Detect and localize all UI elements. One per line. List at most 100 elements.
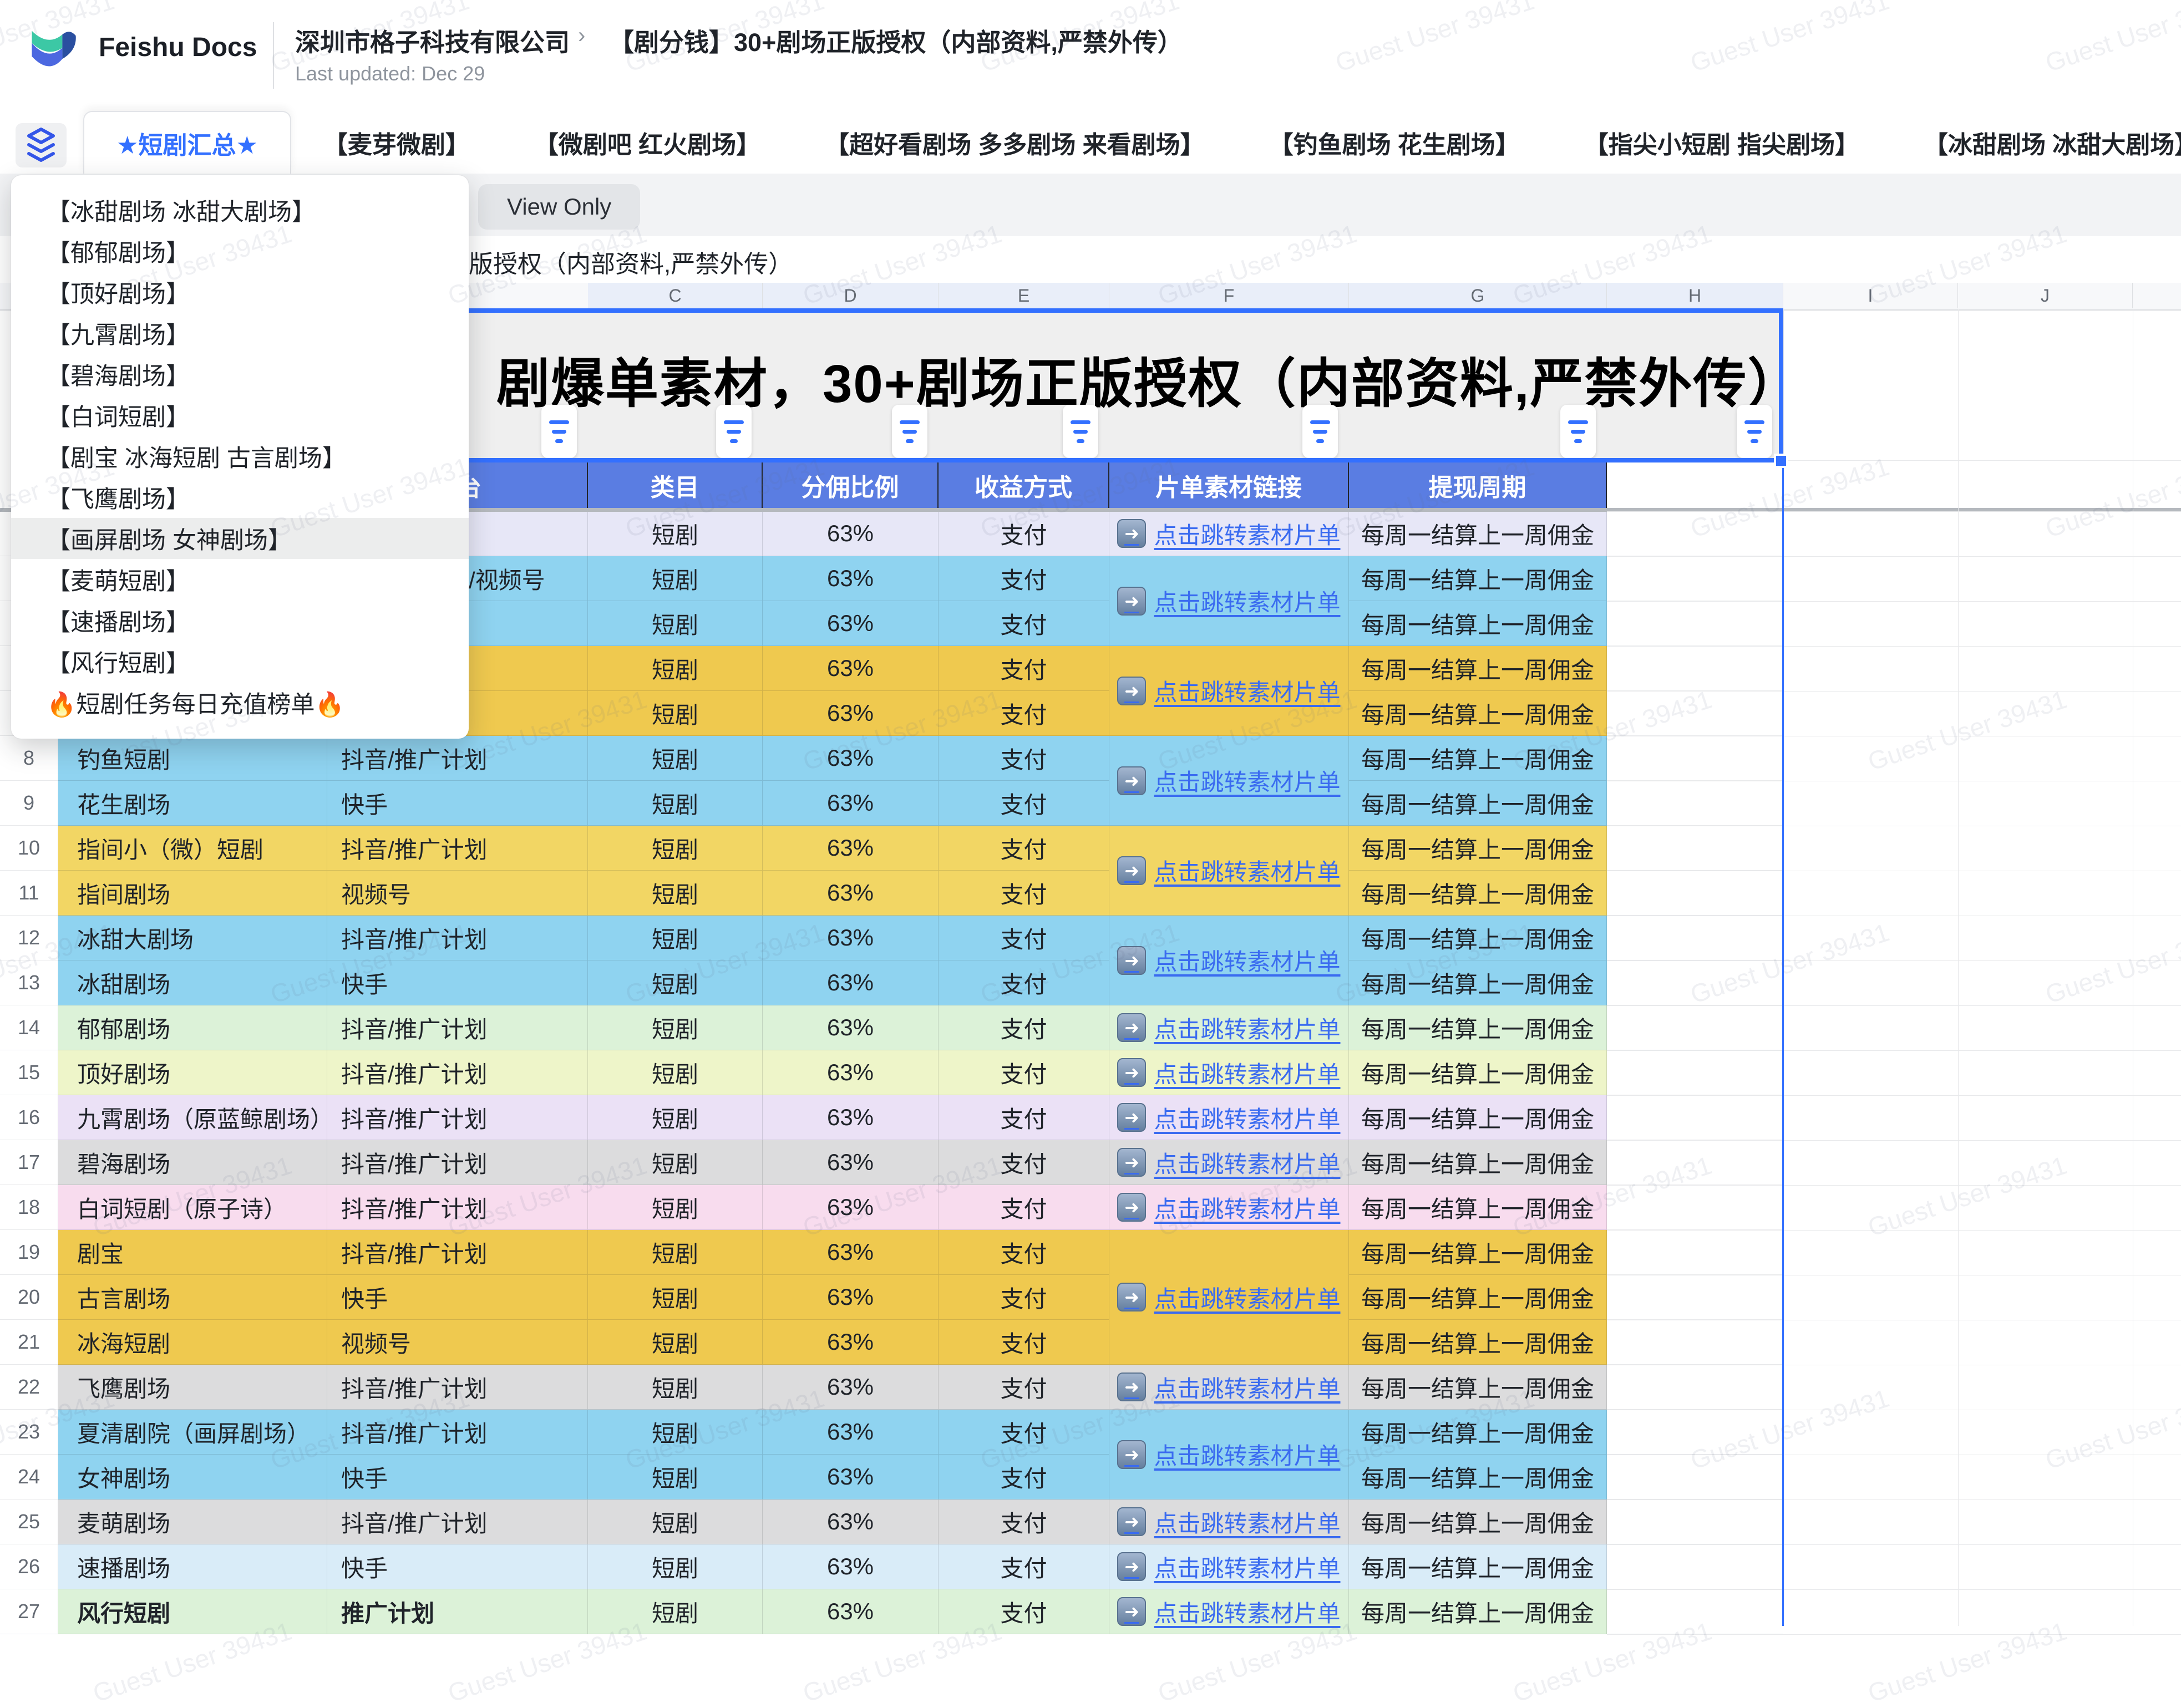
cell-theater-name[interactable]: 指间剧场: [58, 871, 327, 916]
cell-category[interactable]: 短剧: [588, 1455, 763, 1499]
cell-platform[interactable]: 快手: [327, 1455, 588, 1499]
cell-platform[interactable]: 抖音/推广计划: [327, 1005, 588, 1050]
cell-payout[interactable]: 支付: [939, 960, 1109, 1005]
cell-payout[interactable]: 支付: [939, 691, 1109, 736]
filter-icon[interactable]: [1302, 405, 1338, 458]
cell-ratio[interactable]: 63%: [763, 1230, 939, 1275]
cell-payout[interactable]: 支付: [939, 1365, 1109, 1410]
cell-cycle[interactable]: 每周一结算上一周佣金: [1349, 1455, 1607, 1499]
dropdown-item-3[interactable]: 【九霄剧场】: [11, 313, 469, 354]
cell-empty-H[interactable]: [1607, 736, 1783, 781]
cell-platform[interactable]: 抖音/推广计划: [327, 1499, 588, 1544]
cell-cycle[interactable]: 每周一结算上一周佣金: [1349, 1499, 1607, 1544]
cell-cycle[interactable]: 每周一结算上一周佣金: [1349, 1589, 1607, 1634]
cell-cycle[interactable]: 每周一结算上一周佣金: [1349, 1140, 1607, 1185]
cell-platform[interactable]: 视频号: [327, 871, 588, 916]
cell-ratio[interactable]: 63%: [763, 826, 939, 871]
cell-cycle[interactable]: 每周一结算上一周佣金: [1349, 916, 1607, 960]
cell-payout[interactable]: 支付: [939, 1455, 1109, 1499]
row-number[interactable]: 27: [0, 1589, 58, 1634]
cell-cycle[interactable]: 每周一结算上一周佣金: [1349, 736, 1607, 781]
cell-material-link[interactable]: ➜点击跳转素材片单: [1109, 1095, 1349, 1140]
cell-ratio[interactable]: 63%: [763, 781, 939, 826]
cell-empty-H[interactable]: [1607, 1095, 1783, 1140]
cell-category[interactable]: 短剧: [588, 1050, 763, 1095]
cell-cycle[interactable]: 每周一结算上一周佣金: [1349, 871, 1607, 916]
dropdown-item-8[interactable]: 【画屏剧场 女神剧场】: [11, 518, 469, 559]
cell-category[interactable]: 短剧: [588, 1140, 763, 1185]
cell-payout[interactable]: 支付: [939, 1140, 1109, 1185]
cell-platform[interactable]: 抖音/推广计划: [327, 916, 588, 960]
cell-ratio[interactable]: 63%: [763, 511, 939, 556]
filter-icon[interactable]: [1737, 405, 1772, 458]
cell-empty-H[interactable]: [1607, 1275, 1783, 1320]
cell-ratio[interactable]: 63%: [763, 960, 939, 1005]
cell-payout[interactable]: 支付: [939, 1544, 1109, 1589]
cell-cycle[interactable]: 每周一结算上一周佣金: [1349, 646, 1607, 691]
cell-payout[interactable]: 支付: [939, 1320, 1109, 1365]
cell-material-link[interactable]: ➜点击跳转素材片单: [1109, 1140, 1349, 1185]
cell-category[interactable]: 短剧: [588, 871, 763, 916]
cell-payout[interactable]: 支付: [939, 871, 1109, 916]
cell-cycle[interactable]: 每周一结算上一周佣金: [1349, 1544, 1607, 1589]
cell-empty-H[interactable]: [1607, 871, 1783, 916]
cell-ratio[interactable]: 63%: [763, 1544, 939, 1589]
material-link[interactable]: ➜点击跳转素材片单: [1117, 853, 1340, 887]
cell-theater-name[interactable]: 九霄剧场（原蓝鲸剧场）: [58, 1095, 327, 1140]
filter-icon[interactable]: [1560, 405, 1596, 458]
cell-category[interactable]: 短剧: [588, 1005, 763, 1050]
filter-icon[interactable]: [892, 405, 927, 458]
cell-empty-H[interactable]: [1607, 1185, 1783, 1230]
filter-icon[interactable]: [716, 405, 752, 458]
cell-category[interactable]: 短剧: [588, 781, 763, 826]
material-link[interactable]: ➜点击跳转素材片单: [1117, 584, 1340, 618]
cell-theater-name[interactable]: 冰甜大剧场: [58, 916, 327, 960]
cell-ratio[interactable]: 63%: [763, 1365, 939, 1410]
cell-theater-name[interactable]: 女神剧场: [58, 1455, 327, 1499]
material-link[interactable]: ➜点击跳转素材片单: [1117, 517, 1340, 551]
cell-category[interactable]: 短剧: [588, 511, 763, 556]
cell-platform[interactable]: 抖音/推广计划: [327, 1050, 588, 1095]
cell-theater-name[interactable]: 冰海短剧: [58, 1320, 327, 1365]
cell-ratio[interactable]: 63%: [763, 1455, 939, 1499]
cell-platform[interactable]: 视频号: [327, 1320, 588, 1365]
cell-empty-H[interactable]: [1607, 1544, 1783, 1589]
cell-theater-name[interactable]: 剧宝: [58, 1230, 327, 1275]
cell-empty-H[interactable]: [1607, 646, 1783, 691]
cell-empty-H[interactable]: [1607, 1455, 1783, 1499]
cell-payout[interactable]: 支付: [939, 1410, 1109, 1455]
cell-cycle[interactable]: 每周一结算上一周佣金: [1349, 1365, 1607, 1410]
cell-platform[interactable]: 抖音/推广计划: [327, 1410, 588, 1455]
cell-theater-name[interactable]: 花生剧场: [58, 781, 327, 826]
cell-platform[interactable]: 抖音/推广计划: [327, 826, 588, 871]
cell-payout[interactable]: 支付: [939, 601, 1109, 646]
cell-material-link[interactable]: ➜点击跳转素材片单: [1109, 511, 1349, 556]
dropdown-item-12[interactable]: 🔥短剧任务每日充值榜单🔥: [11, 682, 469, 723]
cell-material-link[interactable]: ➜点击跳转素材片单: [1109, 1544, 1349, 1589]
cell-material-link[interactable]: ➜点击跳转素材片单: [1109, 1230, 1349, 1365]
cell-category[interactable]: 短剧: [588, 1275, 763, 1320]
cell-empty-H[interactable]: [1607, 1005, 1783, 1050]
cell-empty-H[interactable]: [1607, 601, 1783, 646]
row-number[interactable]: 14: [0, 1005, 58, 1050]
cell-payout[interactable]: 支付: [939, 1005, 1109, 1050]
cell-ratio[interactable]: 63%: [763, 556, 939, 601]
cell-ratio[interactable]: 63%: [763, 601, 939, 646]
selection-fill-handle[interactable]: [1774, 454, 1788, 468]
cell-category[interactable]: 短剧: [588, 826, 763, 871]
cell-theater-name[interactable]: 冰甜剧场: [58, 960, 327, 1005]
cell-category[interactable]: 短剧: [588, 736, 763, 781]
row-number[interactable]: 10: [0, 826, 58, 871]
cell-cycle[interactable]: 每周一结算上一周佣金: [1349, 1230, 1607, 1275]
filter-icon[interactable]: [1063, 405, 1098, 458]
dropdown-item-9[interactable]: 【麦萌短剧】: [11, 559, 469, 600]
row-number[interactable]: 18: [0, 1185, 58, 1230]
cell-platform[interactable]: 快手: [327, 1544, 588, 1589]
cell-category[interactable]: 短剧: [588, 556, 763, 601]
cell-empty-H[interactable]: [1607, 691, 1783, 736]
cell-payout[interactable]: 支付: [939, 556, 1109, 601]
cell-platform[interactable]: 抖音/推广计划: [327, 1095, 588, 1140]
cell-ratio[interactable]: 63%: [763, 1095, 939, 1140]
cell-payout[interactable]: 支付: [939, 1185, 1109, 1230]
dropdown-item-1[interactable]: 【郁郁剧场】: [11, 231, 469, 272]
